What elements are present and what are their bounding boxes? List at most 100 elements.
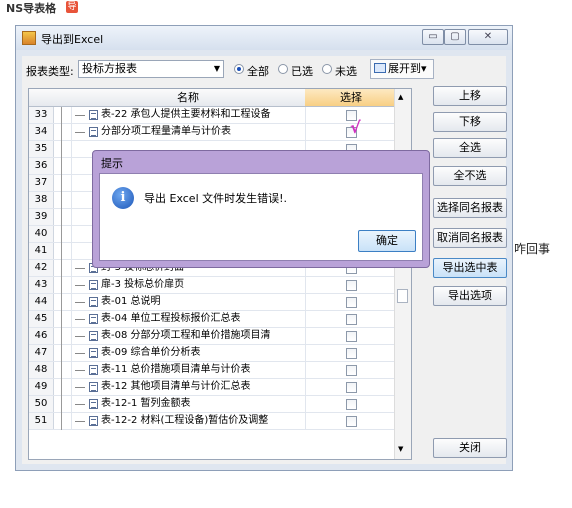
tree-connector	[53, 124, 72, 141]
select-checkbox[interactable]	[346, 416, 357, 427]
close-window-button[interactable]: ✕	[468, 29, 508, 45]
tree-connector	[53, 107, 72, 124]
report-table: 名称 选择 33 表-22 承包人提供主要材料和工程设备 34 分部分项工程量清单与计…	[28, 88, 412, 460]
report-type-select[interactable]: 投标方报表 ▼	[78, 60, 224, 78]
export-options-button[interactable]: 导出选项	[433, 286, 507, 306]
table-row[interactable]: 43 扉-3 投标总价扉页	[29, 277, 397, 294]
table-row[interactable]: 44 表-01 总说明	[29, 294, 397, 311]
select-checkbox[interactable]	[346, 365, 357, 376]
table-row[interactable]: 47 表-09 综合单价分析表	[29, 345, 397, 362]
row-number: 34	[29, 124, 54, 140]
checkmark-annotation: √	[350, 118, 361, 137]
tree-connector	[53, 158, 72, 175]
minimize-button[interactable]: ▭	[422, 29, 444, 45]
scroll-down-icon[interactable]: ▼	[398, 445, 403, 453]
table-row[interactable]: 51 表-12-2 材料(工程设备)暂估价及调整	[29, 413, 397, 430]
report-name: 表-11 总价措施项目清单与计价表	[101, 364, 251, 375]
chevron-down-icon: ▼	[213, 64, 220, 73]
report-doc-icon	[89, 382, 98, 392]
tree-connector	[53, 243, 72, 260]
report-name: 扉-3 投标总价扉页	[101, 279, 185, 290]
report-doc-icon	[89, 348, 98, 358]
expand-to-button[interactable]: 展开到▾	[370, 59, 434, 79]
select-checkbox[interactable]	[346, 382, 357, 393]
window-title: 导出到Excel	[41, 33, 104, 46]
vertical-scrollbar[interactable]: ▲ ▼	[394, 89, 411, 459]
row-number: 46	[29, 328, 54, 344]
tree-connector	[53, 141, 72, 158]
row-number: 37	[29, 175, 54, 191]
scrollbar-thumb[interactable]	[397, 289, 408, 303]
radio-unselected-label: 未选	[335, 65, 357, 78]
radio-unselected[interactable]	[322, 64, 332, 74]
select-checkbox[interactable]	[346, 314, 357, 325]
table-row[interactable]: 34 分部分项工程量清单与计价表	[29, 124, 397, 141]
tree-connector	[53, 379, 72, 396]
app-icon	[22, 31, 36, 45]
tree-expand-icon	[374, 63, 386, 73]
move-down-button[interactable]: 下移	[433, 112, 507, 132]
table-row[interactable]: 48 表-11 总价措施项目清单与计价表	[29, 362, 397, 379]
radio-selected-label: 已选	[291, 65, 313, 78]
report-name-cell: 表-01 总说明	[71, 294, 306, 310]
report-name-cell: 表-04 单位工程投标报价汇总表	[71, 311, 306, 327]
report-name: 表-09 综合单价分析表	[101, 347, 201, 358]
report-doc-icon	[89, 280, 98, 290]
row-number-header	[29, 89, 71, 107]
info-icon: i	[112, 187, 134, 209]
tree-connector	[53, 362, 72, 379]
move-up-button[interactable]: 上移	[433, 86, 507, 106]
select-checkbox[interactable]	[346, 331, 357, 342]
ok-button[interactable]: 确定	[358, 230, 416, 252]
report-doc-icon	[89, 314, 98, 324]
report-name: 表-04 单位工程投标报价汇总表	[101, 313, 241, 324]
select-all-button[interactable]: 全选	[433, 138, 507, 158]
expand-arrow-icon: ▾	[421, 62, 427, 75]
report-name-cell: 表-09 综合单价分析表	[71, 345, 306, 361]
select-none-button[interactable]: 全不选	[433, 166, 507, 186]
row-number: 35	[29, 141, 54, 157]
maximize-button[interactable]: ▢	[444, 29, 466, 45]
page-top-text: NS导表格	[6, 2, 57, 15]
name-column-header[interactable]: 名称	[71, 89, 305, 107]
select-checkbox[interactable]	[346, 297, 357, 308]
report-doc-icon	[89, 127, 98, 137]
report-name-cell: 分部分项工程量清单与计价表	[71, 124, 306, 140]
row-number: 48	[29, 362, 54, 378]
radio-all-label: 全部	[247, 65, 269, 78]
tree-connector	[53, 226, 72, 243]
tree-connector	[53, 345, 72, 362]
report-doc-icon	[89, 331, 98, 341]
report-doc-icon	[89, 416, 98, 426]
tree-connector	[53, 175, 72, 192]
select-checkbox[interactable]	[346, 399, 357, 410]
row-number: 38	[29, 192, 54, 208]
table-row[interactable]: 49 表-12 其他项目清单与计价汇总表	[29, 379, 397, 396]
select-checkbox[interactable]	[346, 280, 357, 291]
report-type-label: 报表类型:	[26, 65, 74, 78]
tree-connector	[53, 277, 72, 294]
radio-selected[interactable]	[278, 64, 288, 74]
cancel-same-name-button[interactable]: 取消同名报表	[433, 228, 507, 248]
radio-all[interactable]	[234, 64, 244, 74]
tree-connector	[53, 260, 72, 277]
report-name: 分部分项工程量清单与计价表	[101, 126, 231, 137]
report-doc-icon	[89, 399, 98, 409]
report-name: 表-08 分部分项工程和单价措施项目清	[101, 330, 271, 341]
select-checkbox[interactable]	[346, 348, 357, 359]
table-row[interactable]: 33 表-22 承包人提供主要材料和工程设备	[29, 107, 397, 124]
close-button[interactable]: 关闭	[433, 438, 507, 458]
tree-connector	[53, 396, 72, 413]
scroll-up-icon[interactable]: ▲	[398, 93, 403, 101]
table-row[interactable]: 46 表-08 分部分项工程和单价措施项目清	[29, 328, 397, 345]
report-name: 表-12-1 暂列金额表	[101, 398, 191, 409]
row-number: 42	[29, 260, 54, 276]
report-name-cell: 表-11 总价措施项目清单与计价表	[71, 362, 306, 378]
export-selected-button[interactable]: 导出选中表	[433, 258, 507, 278]
report-name-cell: 表-12-2 材料(工程设备)暂估价及调整	[71, 413, 306, 429]
table-row[interactable]: 45 表-04 单位工程投标报价汇总表	[29, 311, 397, 328]
dialog-title: 提示	[101, 157, 123, 170]
select-same-name-button[interactable]: 选择同名报表	[433, 198, 507, 218]
select-column-header[interactable]: 选择	[305, 89, 397, 107]
table-row[interactable]: 50 表-12-1 暂列金额表	[29, 396, 397, 413]
